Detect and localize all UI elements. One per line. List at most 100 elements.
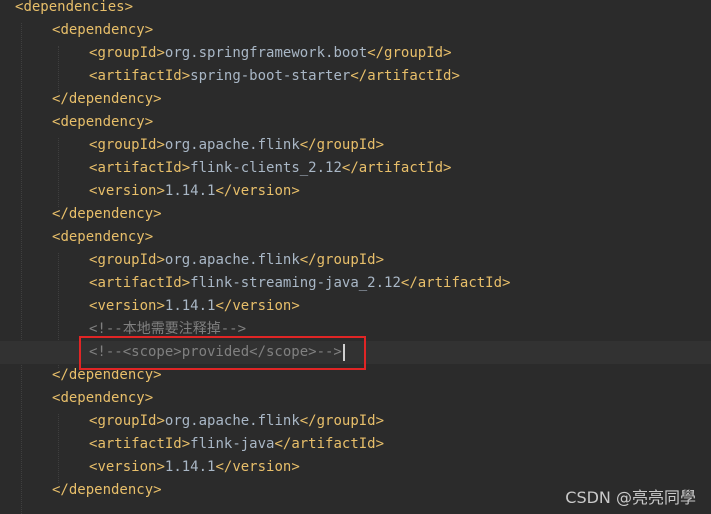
tag-name: groupId — [97, 45, 157, 61]
tag-bracket: > — [181, 68, 191, 84]
tag-bracket: > — [181, 275, 191, 291]
tag-bracket: </ — [215, 183, 233, 199]
tag-bracket: </ — [341, 160, 359, 176]
tag-name: artifactId — [97, 68, 182, 84]
tag-name: groupId — [97, 137, 157, 153]
code-content: <dependencies> — [15, 0, 133, 19]
tag-bracket: </ — [52, 482, 69, 498]
tag-bracket: > — [181, 436, 191, 452]
code-line[interactable]: <artifactId>spring-boot-starter</artifac… — [0, 65, 711, 88]
tag-bracket: > — [502, 275, 511, 291]
tag-name: dependency — [60, 229, 145, 245]
code-line[interactable]: <artifactId>flink-streaming-java_2.12</a… — [0, 272, 711, 295]
element-value: flink-streaming-java_2.12 — [190, 275, 401, 291]
tag-name: groupId — [316, 137, 376, 153]
tag-bracket: </ — [367, 45, 385, 61]
element-value: org.apache.flink — [164, 137, 300, 153]
tag-bracket: </ — [299, 252, 317, 268]
tag-name: dependencies — [23, 0, 125, 15]
code-line[interactable]: <version>1.14.1</version> — [0, 456, 711, 479]
code-line[interactable]: </dependency> — [0, 203, 711, 226]
code-content: <version>1.14.1</version> — [89, 456, 300, 479]
tag-bracket: </ — [52, 206, 69, 222]
tag-bracket: > — [144, 390, 154, 406]
tag-name: groupId — [97, 413, 157, 429]
code-line[interactable]: <artifactId>flink-clients_2.12</artifact… — [0, 157, 711, 180]
tag-name: artifactId — [417, 275, 503, 291]
tag-bracket: > — [156, 252, 165, 268]
code-line[interactable]: <dependency> — [0, 111, 711, 134]
tag-bracket: > — [375, 137, 385, 153]
tag-name: dependency — [60, 22, 145, 38]
element-value: spring-boot-starter — [190, 68, 351, 84]
code-line[interactable]: <groupId>org.springframework.boot</group… — [0, 42, 711, 65]
code-line[interactable]: <groupId>org.apache.flink</groupId> — [0, 134, 711, 157]
tag-name: groupId — [316, 413, 376, 429]
element-value: 1.14.1 — [164, 298, 216, 314]
watermark: CSDN @亮亮同學 — [565, 488, 696, 507]
tag-name: dependency — [68, 482, 154, 498]
tag-bracket: </ — [52, 367, 69, 383]
tag-bracket: </ — [350, 68, 368, 84]
tag-name: version — [97, 459, 157, 475]
tag-bracket: > — [375, 252, 385, 268]
tag-bracket: </ — [274, 436, 292, 452]
tag-bracket: > — [375, 413, 385, 429]
element-value: 1.14.1 — [164, 183, 216, 199]
element-value: 1.14.1 — [164, 459, 216, 475]
code-content: <version>1.14.1</version> — [89, 180, 300, 203]
code-line[interactable]: <artifactId>flink-java</artifactId> — [0, 433, 711, 456]
tag-bracket: > — [144, 22, 154, 38]
code-editor[interactable]: <dependencies> <dependency> <groupId>org.s… — [0, 0, 711, 514]
tag-bracket: > — [153, 91, 162, 107]
code-line[interactable]: <dependencies> — [0, 0, 711, 19]
tag-name: version — [232, 183, 292, 199]
tag-bracket: </ — [299, 413, 317, 429]
code-line[interactable]: </dependency> — [0, 88, 711, 111]
tag-bracket: > — [443, 45, 452, 61]
highlight-box — [79, 336, 366, 370]
code-content: </dependency> — [52, 88, 162, 111]
tag-name: artifactId — [358, 160, 444, 176]
tag-bracket: > — [375, 436, 385, 452]
tag-bracket: > — [124, 0, 134, 15]
tag-bracket: </ — [52, 91, 69, 107]
tag-bracket: </ — [299, 137, 317, 153]
tag-name: artifactId — [97, 160, 182, 176]
tag-bracket: > — [144, 114, 154, 130]
tag-bracket: > — [156, 298, 165, 314]
tag-name: artifactId — [97, 436, 182, 452]
tag-name: groupId — [316, 252, 376, 268]
tag-name: version — [97, 183, 157, 199]
tag-bracket: </ — [215, 298, 233, 314]
tag-name: dependency — [68, 91, 154, 107]
tag-name: version — [97, 298, 157, 314]
code-line[interactable]: <version>1.14.1</version> — [0, 295, 711, 318]
code-line[interactable]: <dependency> — [0, 387, 711, 410]
code-content: <dependency> — [52, 226, 153, 249]
tag-name: groupId — [384, 45, 444, 61]
tag-name: dependency — [60, 390, 145, 406]
tag-name: version — [232, 298, 292, 314]
tag-bracket: > — [144, 229, 154, 245]
tag-bracket: > — [291, 183, 300, 199]
code-content: <groupId>org.apache.flink</groupId> — [89, 410, 384, 433]
tag-bracket: > — [291, 459, 300, 475]
tag-bracket: > — [153, 482, 162, 498]
tag-bracket: > — [156, 413, 165, 429]
code-content: <dependency> — [52, 387, 153, 410]
tag-bracket: </ — [400, 275, 418, 291]
code-line[interactable]: <dependency> — [0, 226, 711, 249]
code-line[interactable]: <dependency> — [0, 19, 711, 42]
tag-name: artifactId — [97, 275, 182, 291]
code-content: <artifactId>flink-java</artifactId> — [89, 433, 384, 456]
code-line[interactable]: <version>1.14.1</version> — [0, 180, 711, 203]
tag-bracket: > — [156, 459, 165, 475]
code-content: </dependency> — [52, 203, 162, 226]
code-line[interactable]: <groupId>org.apache.flink</groupId> — [0, 249, 711, 272]
element-value: org.apache.flink — [164, 413, 300, 429]
code-line[interactable]: <groupId>org.apache.flink</groupId> — [0, 410, 711, 433]
tag-bracket: > — [156, 45, 165, 61]
tag-bracket: > — [181, 160, 191, 176]
element-value: org.springframework.boot — [164, 45, 368, 61]
